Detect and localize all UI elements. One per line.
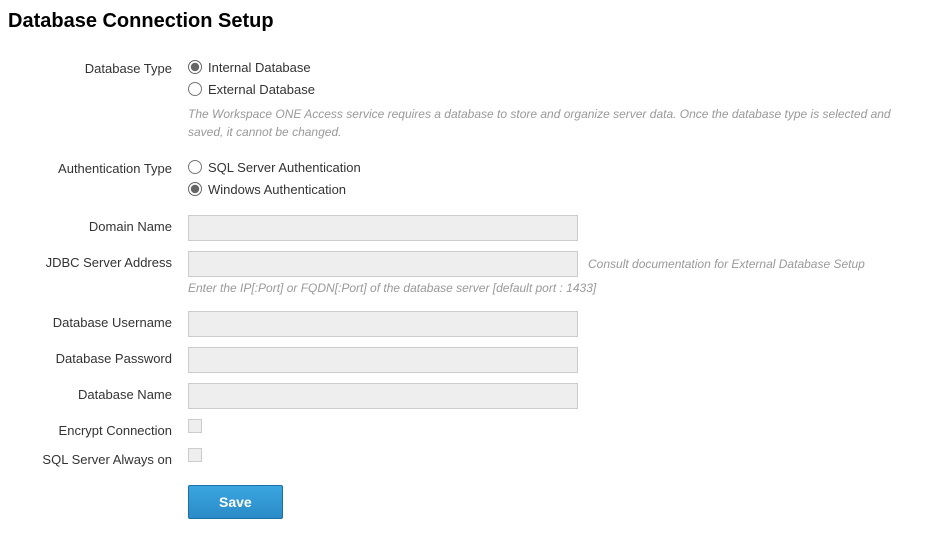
always-on-checkbox[interactable] — [188, 448, 202, 462]
encrypt-checkbox[interactable] — [188, 419, 202, 433]
database-type-hint: The Workspace ONE Access service require… — [188, 105, 928, 141]
auth-type-sql-radio[interactable] — [188, 160, 202, 174]
auth-type-windows-radio[interactable] — [188, 182, 202, 196]
database-type-label: Database Type — [8, 57, 188, 76]
jdbc-address-label: JDBC Server Address — [8, 251, 188, 270]
auth-type-windows-label[interactable]: Windows Authentication — [208, 182, 346, 197]
page-title: Database Connection Setup — [8, 10, 938, 33]
jdbc-below-hint: Enter the IP[:Port] or FQDN[:Port] of th… — [188, 281, 938, 295]
db-password-input[interactable] — [188, 347, 578, 373]
database-type-internal-radio[interactable] — [188, 60, 202, 74]
domain-name-input[interactable] — [188, 215, 578, 241]
db-username-label: Database Username — [8, 311, 188, 330]
database-type-external-label[interactable]: External Database — [208, 82, 315, 97]
jdbc-side-hint: Consult documentation for External Datab… — [588, 257, 865, 271]
domain-name-label: Domain Name — [8, 215, 188, 234]
auth-type-label: Authentication Type — [8, 157, 188, 176]
db-password-label: Database Password — [8, 347, 188, 366]
database-type-internal-label[interactable]: Internal Database — [208, 60, 311, 75]
db-name-label: Database Name — [8, 383, 188, 402]
auth-type-sql-label[interactable]: SQL Server Authentication — [208, 160, 361, 175]
database-type-external-radio[interactable] — [188, 82, 202, 96]
db-username-input[interactable] — [188, 311, 578, 337]
encrypt-label: Encrypt Connection — [8, 419, 188, 438]
jdbc-address-input[interactable] — [188, 251, 578, 277]
always-on-label: SQL Server Always on — [8, 448, 188, 467]
save-button[interactable]: Save — [188, 485, 283, 519]
db-name-input[interactable] — [188, 383, 578, 409]
